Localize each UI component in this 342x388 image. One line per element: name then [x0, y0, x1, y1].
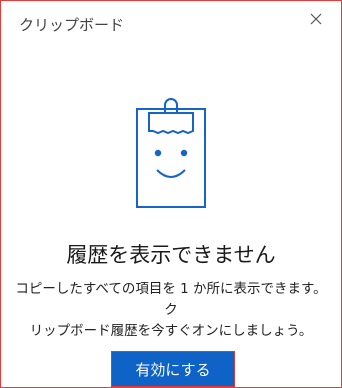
clipboard-smile-icon	[136, 98, 206, 208]
empty-state-title: 履歴を表示できません	[66, 243, 276, 267]
enable-button[interactable]: 有効にする	[111, 351, 235, 387]
description-line-2: リップボード履歴を今すぐオンにしましょう。	[29, 323, 313, 339]
close-icon	[310, 13, 322, 25]
description-line-1: コピーしたすべての項目を 1 か所に表示できます。ク	[15, 281, 327, 318]
close-button[interactable]	[301, 6, 331, 32]
panel-title: クリップボード	[19, 16, 125, 34]
clipboard-panel: クリップボード 履歴を表示できません コピーしたすべての項目を 1 か所に表示で…	[0, 0, 342, 388]
empty-state-description: コピーしたすべての項目を 1 か所に表示できます。ク リップボード履歴を今すぐオ…	[9, 279, 333, 342]
